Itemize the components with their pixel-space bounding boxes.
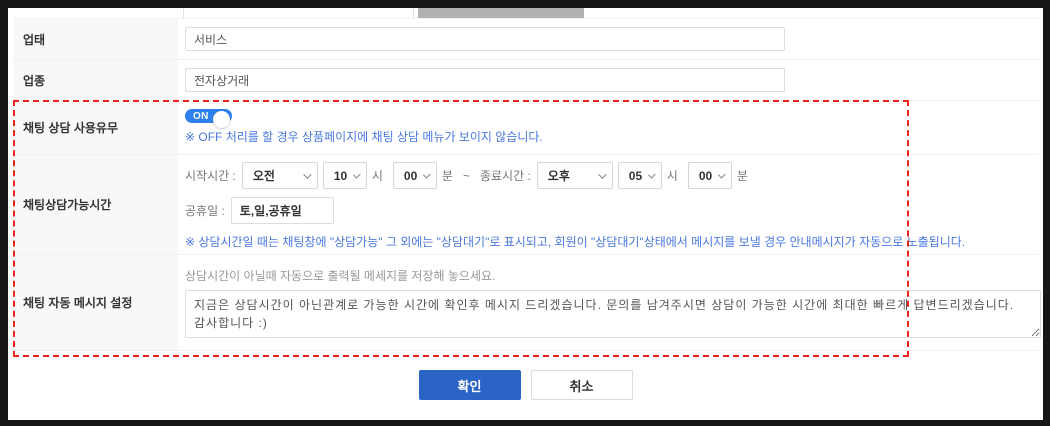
row-chat-hours: 채팅상담가능시간 시작시간 : 오전 10 시 00	[13, 155, 1038, 255]
cancel-button[interactable]: 취소	[531, 370, 633, 400]
toggle-on-text: ON	[185, 111, 209, 122]
settings-form: 업태 업종 채팅 상담 사용유무 ON ※ OFF 처리를 할 경우 상품페이지…	[13, 8, 1038, 351]
start-minute-suffix: 분	[442, 167, 453, 184]
end-hour-select[interactable]: 05	[618, 162, 662, 189]
chat-use-label: 채팅 상담 사용유무	[13, 101, 178, 154]
start-ampm-value: 오전	[253, 167, 275, 184]
button-bar: 확인 취소	[8, 370, 1043, 400]
end-minute-suffix: 분	[737, 167, 748, 184]
top-partial-input[interactable]	[183, 8, 414, 19]
start-hour-select[interactable]: 10	[323, 162, 367, 189]
chevron-down-icon	[718, 170, 726, 178]
end-ampm-value: 오후	[548, 167, 570, 184]
end-minute-value: 00	[699, 169, 712, 183]
start-hour-value: 10	[334, 169, 347, 183]
end-hour-value: 05	[629, 169, 642, 183]
business-type-label: 업태	[13, 19, 178, 59]
row-business-type: 업태	[13, 19, 1038, 60]
chevron-down-icon	[303, 170, 311, 178]
toggle-knob-icon	[213, 111, 230, 128]
row-business-category: 업종	[13, 60, 1038, 101]
end-hour-suffix: 시	[667, 167, 678, 184]
confirm-button[interactable]: 확인	[419, 370, 521, 400]
chevron-down-icon	[423, 170, 431, 178]
business-category-label: 업종	[13, 60, 178, 100]
end-minute-select[interactable]: 00	[688, 162, 732, 189]
chevron-down-icon	[353, 170, 361, 178]
start-time-label: 시작시간 :	[185, 167, 236, 184]
start-minute-select[interactable]: 00	[393, 162, 437, 189]
range-separator: ~	[463, 169, 470, 183]
holiday-input[interactable]	[231, 197, 334, 224]
settings-page: 업태 업종 채팅 상담 사용유무 ON ※ OFF 처리를 할 경우 상품페이지…	[8, 8, 1043, 420]
chevron-down-icon	[648, 170, 656, 178]
end-time-label: 종료시간 :	[480, 167, 531, 184]
chat-hours-note: ※ 상담시간일 때는 채팅창에 "상담가능" 그 외에는 "상담대기"로 표시되…	[185, 234, 1028, 251]
business-type-input[interactable]	[185, 27, 785, 51]
auto-message-textarea[interactable]: 지금은 상담시간이 아닌관계로 가능한 시간에 확인후 메시지 드리겠습니다. …	[185, 290, 1041, 338]
end-ampm-select[interactable]: 오후	[537, 162, 613, 189]
top-partial-row	[13, 8, 1038, 19]
chat-use-toggle[interactable]: ON	[185, 109, 232, 123]
start-hour-suffix: 시	[372, 167, 383, 184]
top-gray-button[interactable]	[418, 8, 584, 19]
chat-use-note: ※ OFF 처리를 할 경우 상품페이지에 채팅 상담 메뉴가 보이지 않습니다…	[185, 129, 1028, 146]
row-auto-message: 채팅 자동 메시지 설정 상담시간이 아닐때 자동으로 출력될 메세지를 저장해…	[13, 255, 1038, 351]
chat-hours-label: 채팅상담가능시간	[13, 155, 178, 254]
chevron-down-icon	[598, 170, 606, 178]
start-minute-value: 00	[404, 169, 417, 183]
holiday-label: 공휴일 :	[185, 202, 225, 219]
start-ampm-select[interactable]: 오전	[242, 162, 318, 189]
business-category-input[interactable]	[185, 68, 785, 92]
auto-message-label: 채팅 자동 메시지 설정	[13, 255, 178, 350]
time-range-line: 시작시간 : 오전 10 시 00 분 ~	[185, 162, 1028, 189]
holiday-line: 공휴일 :	[185, 197, 1028, 224]
row-chat-use: 채팅 상담 사용유무 ON ※ OFF 처리를 할 경우 상품페이지에 채팅 상…	[13, 101, 1038, 155]
auto-message-helper: 상담시간이 아닐때 자동으로 출력될 메세지를 저장해 놓으세요.	[185, 267, 1041, 284]
